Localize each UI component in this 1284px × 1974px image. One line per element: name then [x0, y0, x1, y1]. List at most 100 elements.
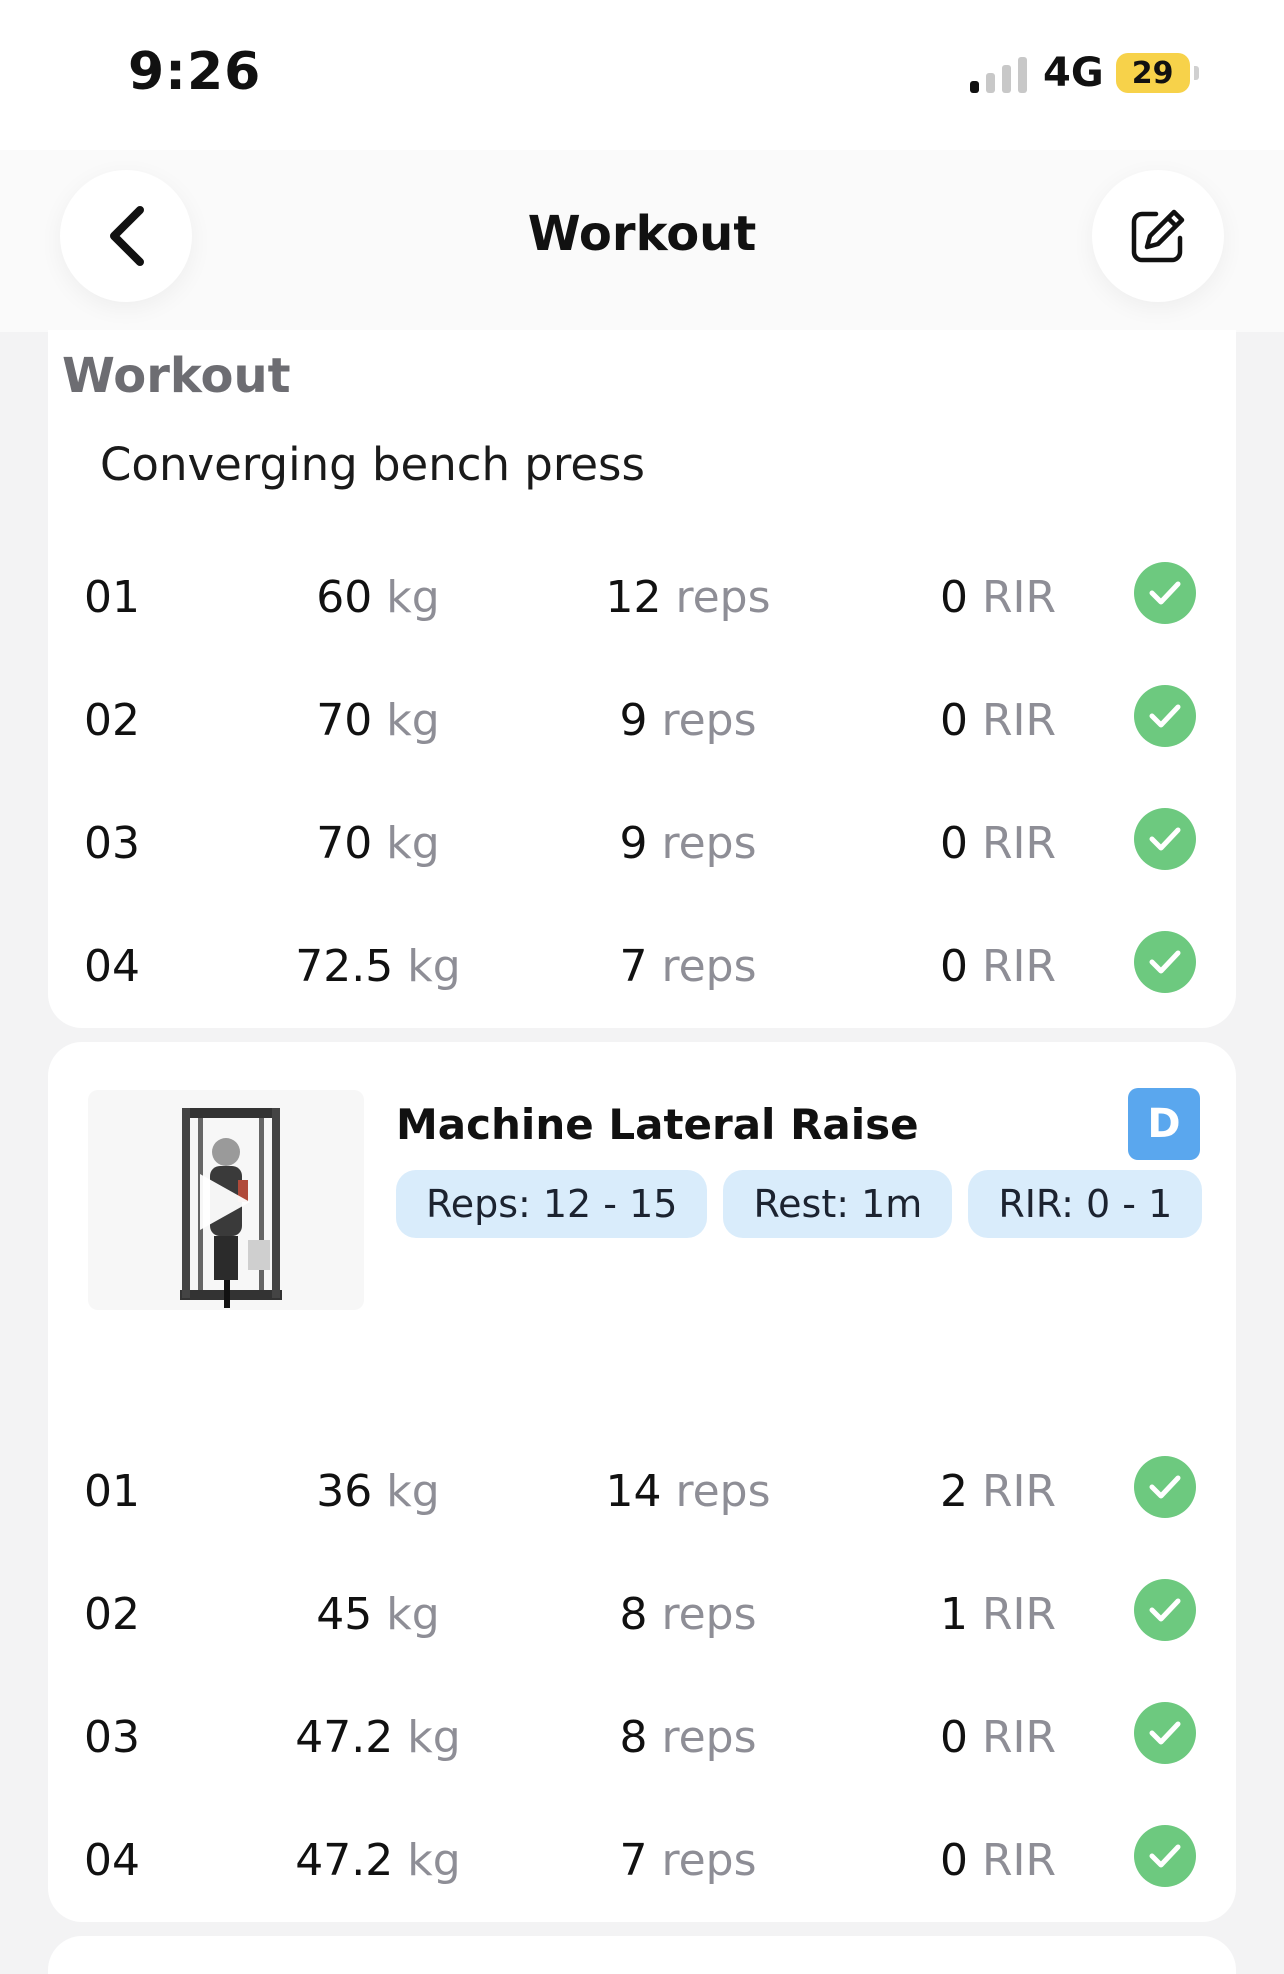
weight-unit: kg — [386, 1466, 440, 1517]
exercise-name[interactable]: Converging bench press — [100, 438, 645, 491]
rir-chip: RIR: 0 - 1 — [968, 1170, 1203, 1238]
set-row[interactable]: 02 45 kg 8 reps 1 RIR — [48, 1567, 1236, 1657]
set-reps[interactable]: 8 reps — [518, 1712, 858, 1763]
check-icon — [1149, 1598, 1181, 1622]
edit-icon — [1131, 209, 1185, 263]
set-rir[interactable]: 0 RIR — [828, 941, 1168, 992]
weight-unit: kg — [407, 1835, 461, 1886]
reps-value: 9 — [619, 695, 648, 746]
set-weight[interactable]: 47.2 kg — [208, 1835, 548, 1886]
reps-unit: reps — [675, 572, 771, 623]
reps-value: 14 — [605, 1466, 662, 1517]
set-complete-checkbox[interactable] — [1134, 1702, 1196, 1764]
reps-unit: reps — [675, 1466, 771, 1517]
set-weight[interactable]: 47.2 kg — [208, 1712, 548, 1763]
set-rir[interactable]: 0 RIR — [828, 818, 1168, 869]
set-complete-checkbox[interactable] — [1134, 685, 1196, 747]
set-complete-checkbox[interactable] — [1134, 931, 1196, 993]
reps-value: 8 — [619, 1589, 648, 1640]
weight-value: 45 — [316, 1589, 373, 1640]
set-number: 03 — [84, 1712, 140, 1763]
set-rir[interactable]: 0 RIR — [828, 572, 1168, 623]
weight-unit: kg — [386, 695, 440, 746]
rir-unit: RIR — [981, 572, 1057, 623]
status-indicators: 4G 29 — [970, 48, 1199, 98]
set-rir[interactable]: 2 RIR — [828, 1466, 1168, 1517]
set-row[interactable]: 04 47.2 kg 7 reps 0 RIR — [48, 1813, 1236, 1903]
weight-unit: kg — [386, 1589, 440, 1640]
rir-value: 0 — [939, 818, 968, 869]
rir-value: 0 — [939, 1712, 968, 1763]
weight-value: 47.2 — [295, 1835, 394, 1886]
rir-value: 0 — [939, 572, 968, 623]
weight-unit: kg — [386, 572, 440, 623]
reps-unit: reps — [661, 941, 757, 992]
set-weight[interactable]: 72.5 kg — [208, 941, 548, 992]
rir-unit: RIR — [981, 1466, 1057, 1517]
rir-value: 2 — [939, 1466, 968, 1517]
reps-unit: reps — [661, 1589, 757, 1640]
set-row[interactable]: 03 70 kg 9 reps 0 RIR — [48, 796, 1236, 886]
set-reps[interactable]: 8 reps — [518, 1589, 858, 1640]
weight-unit: kg — [386, 818, 440, 869]
set-weight[interactable]: 70 kg — [208, 695, 548, 746]
set-complete-checkbox[interactable] — [1134, 1825, 1196, 1887]
set-number: 02 — [84, 695, 140, 746]
rir-value: 1 — [939, 1589, 968, 1640]
set-row[interactable]: 02 70 kg 9 reps 0 RIR — [48, 673, 1236, 763]
set-weight[interactable]: 70 kg — [208, 818, 548, 869]
weight-value: 36 — [316, 1466, 373, 1517]
weight-value: 47.2 — [295, 1712, 394, 1763]
set-number: 04 — [84, 1835, 140, 1886]
set-reps[interactable]: 7 reps — [518, 941, 858, 992]
exercise-targets: Reps: 12 - 15 Rest: 1m RIR: 0 - 1 — [396, 1170, 1203, 1238]
set-number: 03 — [84, 818, 140, 869]
rest-chip: Rest: 1m — [723, 1170, 953, 1238]
rir-unit: RIR — [981, 818, 1057, 869]
set-rir[interactable]: 0 RIR — [828, 1835, 1168, 1886]
check-icon — [1149, 1844, 1181, 1868]
check-icon — [1149, 581, 1181, 605]
set-complete-checkbox[interactable] — [1134, 562, 1196, 624]
rir-unit: RIR — [981, 941, 1057, 992]
set-rir[interactable]: 1 RIR — [828, 1589, 1168, 1640]
set-number: 04 — [84, 941, 140, 992]
set-weight[interactable]: 45 kg — [208, 1589, 548, 1640]
edit-button[interactable] — [1092, 170, 1224, 302]
set-row[interactable]: 03 47.2 kg 8 reps 0 RIR — [48, 1690, 1236, 1780]
reps-value: 12 — [605, 572, 662, 623]
set-reps[interactable]: 7 reps — [518, 1835, 858, 1886]
reps-unit: reps — [661, 1712, 757, 1763]
signal-icon — [970, 53, 1027, 93]
exercise-badge: D — [1128, 1088, 1200, 1160]
exercise-card — [48, 1936, 1236, 1974]
set-number: 02 — [84, 1589, 140, 1640]
reps-unit: reps — [661, 818, 757, 869]
set-row[interactable]: 01 36 kg 14 reps 2 RIR — [48, 1444, 1236, 1534]
set-reps[interactable]: 14 reps — [518, 1466, 858, 1517]
set-reps[interactable]: 9 reps — [518, 818, 858, 869]
set-complete-checkbox[interactable] — [1134, 1579, 1196, 1641]
exercise-video-thumbnail[interactable] — [88, 1090, 364, 1310]
set-weight[interactable]: 36 kg — [208, 1466, 548, 1517]
rir-unit: RIR — [981, 1712, 1057, 1763]
set-row[interactable]: 01 60 kg 12 reps 0 RIR — [48, 550, 1236, 640]
set-reps[interactable]: 9 reps — [518, 695, 858, 746]
battery-icon: 29 — [1115, 53, 1199, 93]
check-icon — [1149, 704, 1181, 728]
exercise-name[interactable]: Machine Lateral Raise — [396, 1100, 919, 1149]
set-rir[interactable]: 0 RIR — [828, 695, 1168, 746]
set-complete-checkbox[interactable] — [1134, 1456, 1196, 1518]
set-row[interactable]: 04 72.5 kg 7 reps 0 RIR — [48, 919, 1236, 1009]
reps-value: 9 — [619, 818, 648, 869]
reps-unit: reps — [661, 695, 757, 746]
set-complete-checkbox[interactable] — [1134, 808, 1196, 870]
weight-value: 72.5 — [295, 941, 394, 992]
section-label: Workout — [62, 348, 291, 404]
reps-chip: Reps: 12 - 15 — [396, 1170, 708, 1238]
set-reps[interactable]: 12 reps — [518, 572, 858, 623]
set-weight[interactable]: 60 kg — [208, 572, 548, 623]
set-rir[interactable]: 0 RIR — [828, 1712, 1168, 1763]
rir-value: 0 — [939, 941, 968, 992]
check-icon — [1149, 1721, 1181, 1745]
